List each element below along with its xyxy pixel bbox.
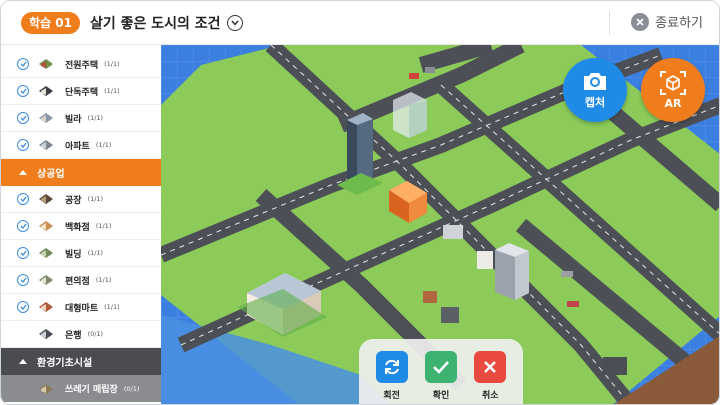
sidebar-item-label: 빌라 xyxy=(65,114,82,125)
sidebar-item-count: (0/1) xyxy=(87,330,104,338)
sidebar-item-label: 단독주택 xyxy=(65,87,99,98)
placement-ghost[interactable] xyxy=(393,92,427,138)
cancel-button[interactable]: 취소 xyxy=(474,351,507,404)
apartment-icon xyxy=(37,137,55,153)
landfill-icon xyxy=(37,381,55,397)
sidebar-item-count: (1/1) xyxy=(95,222,112,230)
sidebar-item-count: (1/1) xyxy=(87,195,104,203)
capture-label: 캡처 xyxy=(584,95,606,109)
sidebar-item[interactable]: 빌딩 (1/1) xyxy=(1,240,161,267)
check-circle-icon xyxy=(17,301,29,313)
sidebar-item[interactable]: 편의점 (1/1) xyxy=(1,267,161,294)
lesson-badge: 학습 01 xyxy=(21,11,80,34)
ar-cube-icon xyxy=(660,70,686,95)
sidebar-item-label: 쓰레기 매립장 xyxy=(65,385,118,395)
house-building[interactable] xyxy=(423,291,437,303)
building-icon xyxy=(37,245,55,261)
cancel-label: 취소 xyxy=(482,391,499,401)
rotate-button[interactable]: 회전 xyxy=(375,351,408,404)
ar-button[interactable]: AR xyxy=(641,58,705,122)
x-icon xyxy=(474,351,507,383)
sidebar-item-count: (1/1) xyxy=(87,249,104,257)
rotate-icon xyxy=(375,351,408,383)
check-circle-icon xyxy=(17,112,29,124)
sidebar-item-label: 은행 xyxy=(65,330,82,341)
truck xyxy=(425,67,435,73)
sidebar-item-label: 빌딩 xyxy=(65,249,82,260)
sidebar-item-count: (1/1) xyxy=(104,87,120,95)
check-circle-icon xyxy=(17,274,29,286)
sidebar-item-count: (1/1) xyxy=(95,141,112,149)
app-frame: 학습 01 살기 좋은 도시의 조건 종료하기 전원주택 (1/1) 단독주택 (1/… xyxy=(0,0,720,405)
convenience-store-icon xyxy=(37,272,55,288)
small-building[interactable] xyxy=(443,225,463,239)
close-icon xyxy=(631,12,650,31)
action-panel: 회전 확인 취소 xyxy=(359,339,523,404)
collapse-icon xyxy=(19,359,27,364)
camera-icon xyxy=(584,72,606,90)
category-label: 상공업 xyxy=(37,169,65,180)
check-circle-icon xyxy=(17,247,29,259)
sidebar-item[interactable]: 전원주택 (1/1) xyxy=(1,51,161,78)
sidebar-item-count: (1/1) xyxy=(104,60,120,68)
ar-label: AR xyxy=(664,96,682,110)
category-header[interactable]: 환경기초시설 xyxy=(1,348,161,375)
check-circle-icon xyxy=(17,220,29,232)
close-label: 종료하기 xyxy=(655,16,703,31)
sidebar-item-count: (0/1) xyxy=(123,384,140,393)
detached-house-icon xyxy=(37,83,55,99)
page-title: 살기 좋은 도시의 조건 xyxy=(89,15,221,32)
sidebar-item[interactable]: 공장 (1/1) xyxy=(1,186,161,213)
collapse-icon xyxy=(19,170,27,175)
department-store-icon xyxy=(37,218,55,234)
category-label: 환경기초시설 xyxy=(37,358,93,369)
truck xyxy=(561,271,573,277)
sidebar-item-label: 백화점 xyxy=(65,222,90,233)
sidebar-item-label: 아파트 xyxy=(65,141,90,152)
bank-building[interactable] xyxy=(441,307,459,323)
sidebar-item[interactable]: 단독주택 (1/1) xyxy=(1,78,161,105)
sidebar-item-label: 전원주택 xyxy=(65,60,99,71)
capture-button[interactable]: 캡처 xyxy=(563,58,627,122)
confirm-button[interactable]: 확인 xyxy=(424,351,457,404)
convenience-store-building[interactable] xyxy=(477,251,493,269)
sidebar-item-label: 편의점 xyxy=(65,276,90,287)
sidebar-item[interactable]: 아파트 (1/1) xyxy=(1,132,161,159)
sidebar-item-count: (1/1) xyxy=(87,114,104,122)
truck xyxy=(409,73,419,79)
confirm-label: 확인 xyxy=(432,391,450,401)
sidebar-item[interactable]: 대형마트 (1/1) xyxy=(1,294,161,321)
rotate-label: 회전 xyxy=(383,391,400,401)
check-circle-icon xyxy=(17,193,29,205)
sidebar-item[interactable]: 빌라 (1/1) xyxy=(1,105,161,132)
villa-icon xyxy=(37,110,55,126)
country-house-icon xyxy=(37,56,55,72)
sidebar-item[interactable]: 백화점 (1/1) xyxy=(1,213,161,240)
sidebar-item-count: (1/1) xyxy=(95,276,112,284)
sidebar-item[interactable]: 은행 (0/1) xyxy=(1,321,161,348)
top-bar: 학습 01 살기 좋은 도시의 조건 종료하기 xyxy=(1,1,719,45)
sidebar-item[interactable]: 쓰레기 매립장 (0/1) xyxy=(1,375,161,402)
truck xyxy=(567,301,579,307)
check-circle-icon xyxy=(17,139,29,151)
sidebar-item-label: 공장 xyxy=(65,195,82,206)
supermarket-icon xyxy=(37,299,55,315)
check-icon xyxy=(424,351,457,383)
factory-icon xyxy=(37,191,55,207)
sidebar-item-label: 대형마트 xyxy=(65,303,99,314)
office-building[interactable] xyxy=(495,243,529,300)
chevron-down-icon[interactable] xyxy=(226,14,243,31)
building-sidebar[interactable]: 전원주택 (1/1) 단독주택 (1/1) 빌라 (1/1) 아파트 (1/1) 상공업공장 (1… xyxy=(1,51,161,404)
check-circle-icon xyxy=(17,58,29,70)
category-header[interactable]: 상공업 xyxy=(1,159,161,186)
close-button[interactable]: 종료하기 xyxy=(631,12,703,31)
factory-building[interactable] xyxy=(603,357,627,375)
check-circle-icon xyxy=(17,85,29,97)
sidebar-item-count: (1/1) xyxy=(104,303,120,311)
bank-icon xyxy=(37,326,55,342)
divider xyxy=(609,11,610,35)
